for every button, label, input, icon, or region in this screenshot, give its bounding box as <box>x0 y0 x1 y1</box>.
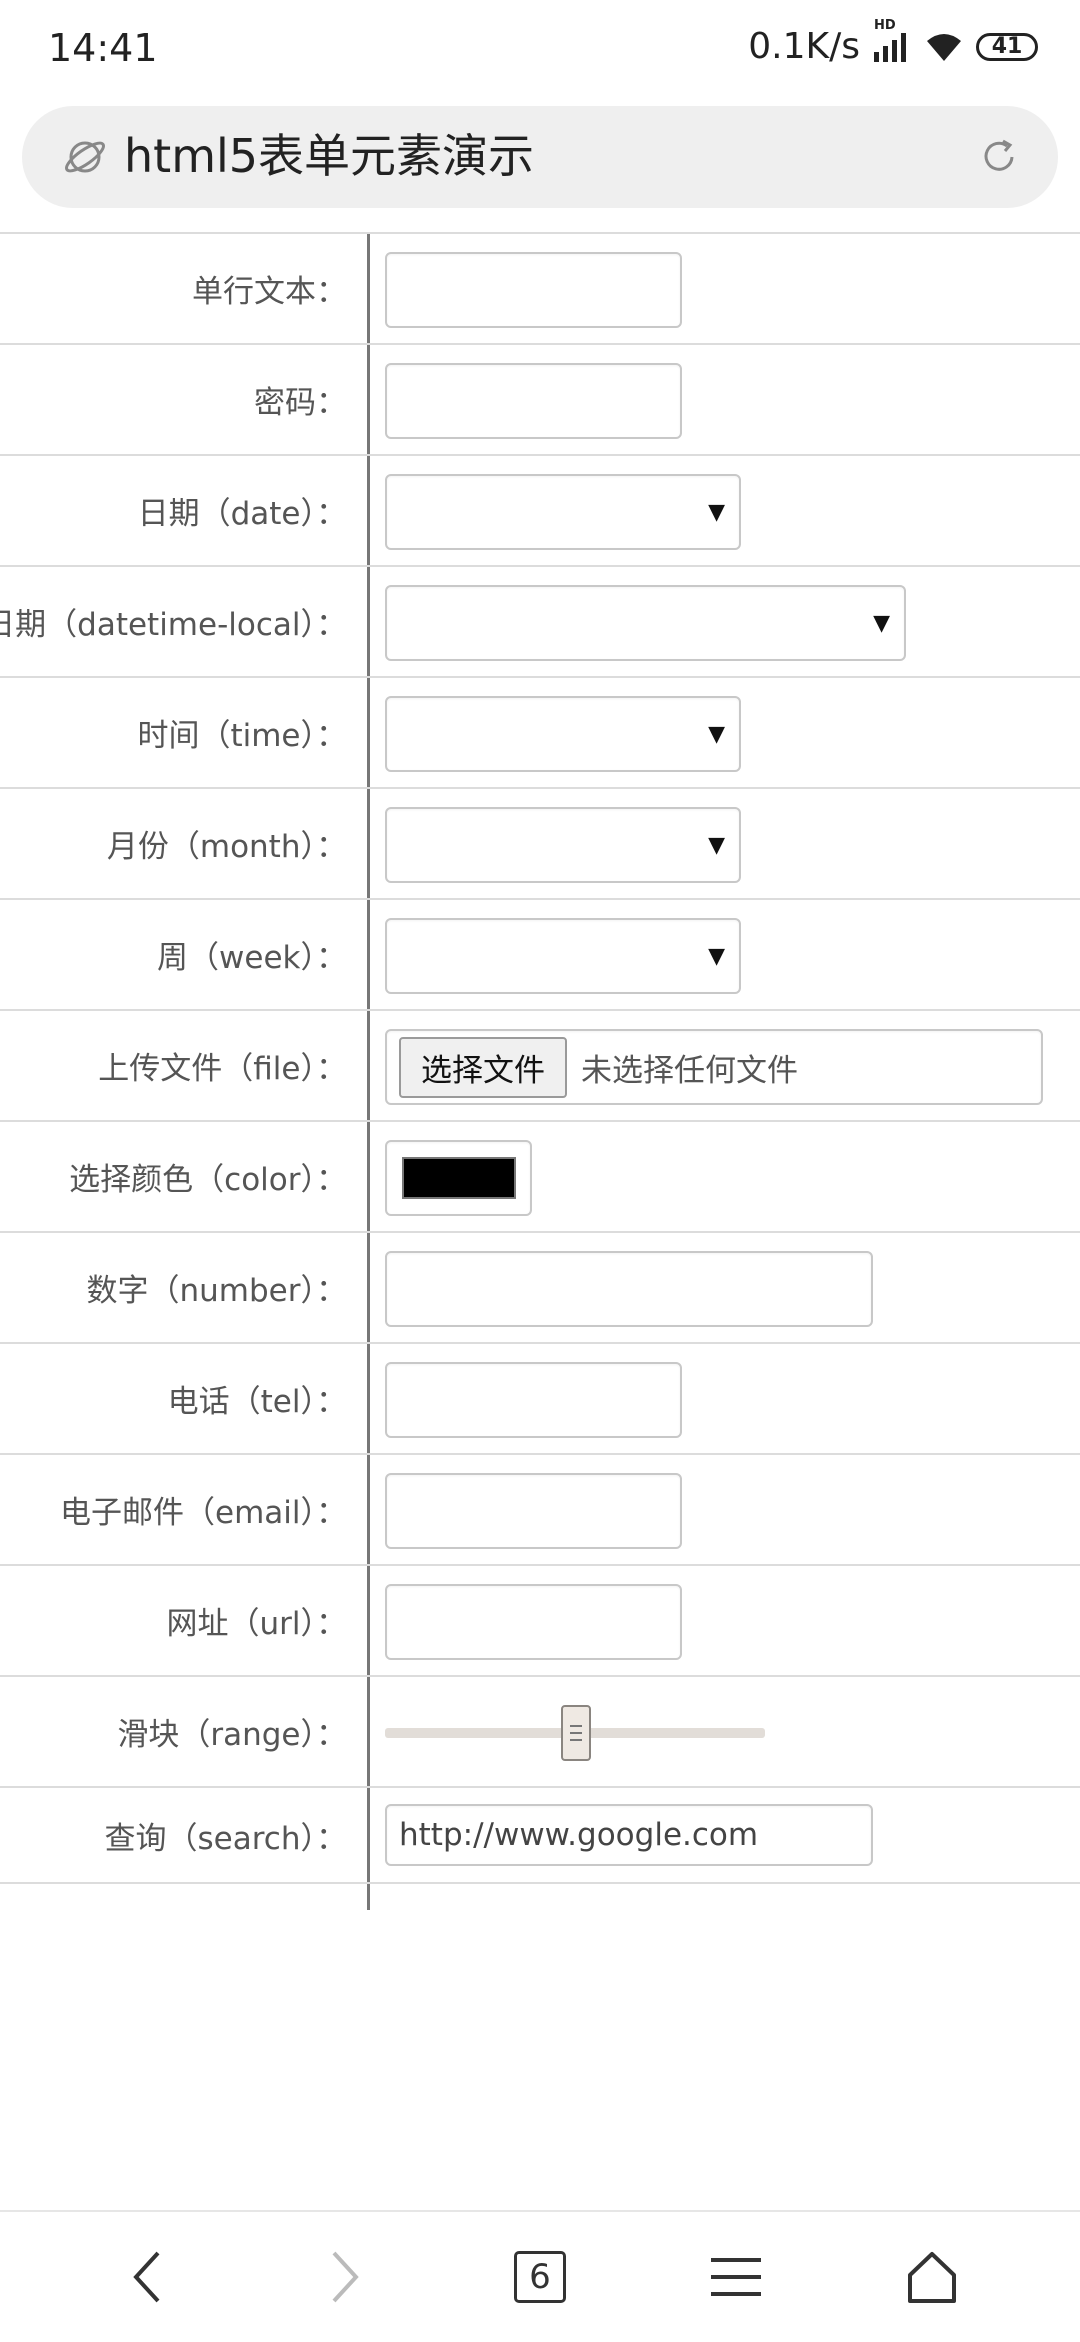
label-month: 月份（month）： <box>106 829 347 865</box>
choose-file-button[interactable]: 选择文件 <box>399 1036 567 1098</box>
search-input[interactable]: http://www.google.com <box>385 1804 873 1866</box>
back-icon[interactable] <box>113 2242 183 2312</box>
reload-icon[interactable] <box>976 134 1022 180</box>
label-color: 选择颜色（color）： <box>69 1162 347 1198</box>
url-input[interactable] <box>385 1584 682 1660</box>
tabs-count: 6 <box>514 2251 566 2303</box>
week-input[interactable]: ▼ <box>385 918 741 994</box>
label-password: 密码： <box>254 385 347 421</box>
label-datetime-local: 日期（datetime-local）： <box>0 607 347 643</box>
dropdown-arrow-icon: ▼ <box>873 610 890 636</box>
label-time: 时间（time）： <box>137 718 347 754</box>
form-row-password: 密码： <box>0 345 1080 456</box>
form-row-text: 单行文本： <box>0 234 1080 345</box>
form-row-datetime-local: 日期（datetime-local）： ▼ <box>0 567 1080 678</box>
home-icon[interactable] <box>897 2242 967 2312</box>
label-search: 查询（search）： <box>104 1820 347 1857</box>
password-input[interactable] <box>385 363 682 439</box>
dropdown-arrow-icon: ▼ <box>708 832 725 858</box>
tel-input[interactable] <box>385 1362 682 1438</box>
date-input[interactable]: ▼ <box>385 474 741 550</box>
dropdown-arrow-icon: ▼ <box>708 943 725 969</box>
range-slider[interactable] <box>385 1697 765 1769</box>
signal-icon: HD <box>872 18 912 64</box>
form-row-date: 日期（date）： ▼ <box>0 456 1080 567</box>
text-input[interactable] <box>385 252 682 328</box>
color-input[interactable] <box>385 1140 532 1216</box>
form-row-time: 时间（time）： ▼ <box>0 678 1080 789</box>
page-title: html5表单元素演示 <box>124 129 535 183</box>
status-time: 14:41 <box>48 26 158 70</box>
label-date: 日期（date）： <box>137 496 347 532</box>
form-row-range: 滑块（range）： <box>0 1677 1080 1788</box>
form-row-email: 电子邮件（email）： <box>0 1455 1080 1566</box>
time-input[interactable]: ▼ <box>385 696 741 772</box>
hd-badge: HD <box>874 17 896 33</box>
number-input[interactable] <box>385 1251 873 1327</box>
tabs-icon[interactable]: 6 <box>505 2242 575 2312</box>
address-bar[interactable]: html5表单元素演示 <box>22 106 1058 208</box>
file-status: 未选择任何文件 <box>581 1052 798 1089</box>
label-file: 上传文件（file）： <box>98 1051 347 1087</box>
form-row-url: 网址（url）： <box>0 1566 1080 1677</box>
battery-icon: 41 <box>976 32 1038 61</box>
label-week: 周（week）： <box>157 940 347 976</box>
file-input[interactable]: 选择文件 未选择任何文件 <box>385 1029 1043 1105</box>
form-row-search: 查询（search）： http://www.google.com <box>0 1788 1080 1884</box>
net-speed: 0.1K/s <box>748 26 860 67</box>
label-range: 滑块（range）： <box>117 1717 347 1753</box>
form-table: 单行文本： 密码： 日期（date）： ▼ 日期（datetime-local）… <box>0 232 1080 1884</box>
form-row-number: 数字（number）： <box>0 1233 1080 1344</box>
form-row-tel: 电话（tel）： <box>0 1344 1080 1455</box>
search-value: http://www.google.com <box>399 1817 759 1853</box>
range-thumb[interactable] <box>561 1705 591 1761</box>
wifi-icon <box>924 31 964 63</box>
bottom-nav: 6 <box>0 2210 1080 2342</box>
color-swatch <box>401 1157 516 1199</box>
form-row-week: 周（week）： ▼ <box>0 900 1080 1011</box>
status-right: 0.1K/s HD 41 <box>748 18 1038 67</box>
dropdown-arrow-icon: ▼ <box>708 499 725 525</box>
form-row-color: 选择颜色（color）： <box>0 1122 1080 1233</box>
label-text: 单行文本： <box>192 274 347 310</box>
label-number: 数字（number）： <box>86 1273 348 1309</box>
form-row-file: 上传文件（file）： 选择文件 未选择任何文件 <box>0 1011 1080 1122</box>
status-bar: 14:41 0.1K/s HD 41 <box>0 0 1080 100</box>
form-row-month: 月份（month）： ▼ <box>0 789 1080 900</box>
email-input[interactable] <box>385 1473 682 1549</box>
menu-icon[interactable] <box>701 2242 771 2312</box>
datetime-local-input[interactable]: ▼ <box>385 585 906 661</box>
forward-icon[interactable] <box>309 2242 379 2312</box>
month-input[interactable]: ▼ <box>385 807 741 883</box>
planet-icon <box>62 134 108 180</box>
label-url: 网址（url）： <box>166 1606 347 1642</box>
dropdown-arrow-icon: ▼ <box>708 721 725 747</box>
label-tel: 电话（tel）： <box>167 1384 347 1420</box>
label-email: 电子邮件（email）： <box>60 1495 347 1531</box>
